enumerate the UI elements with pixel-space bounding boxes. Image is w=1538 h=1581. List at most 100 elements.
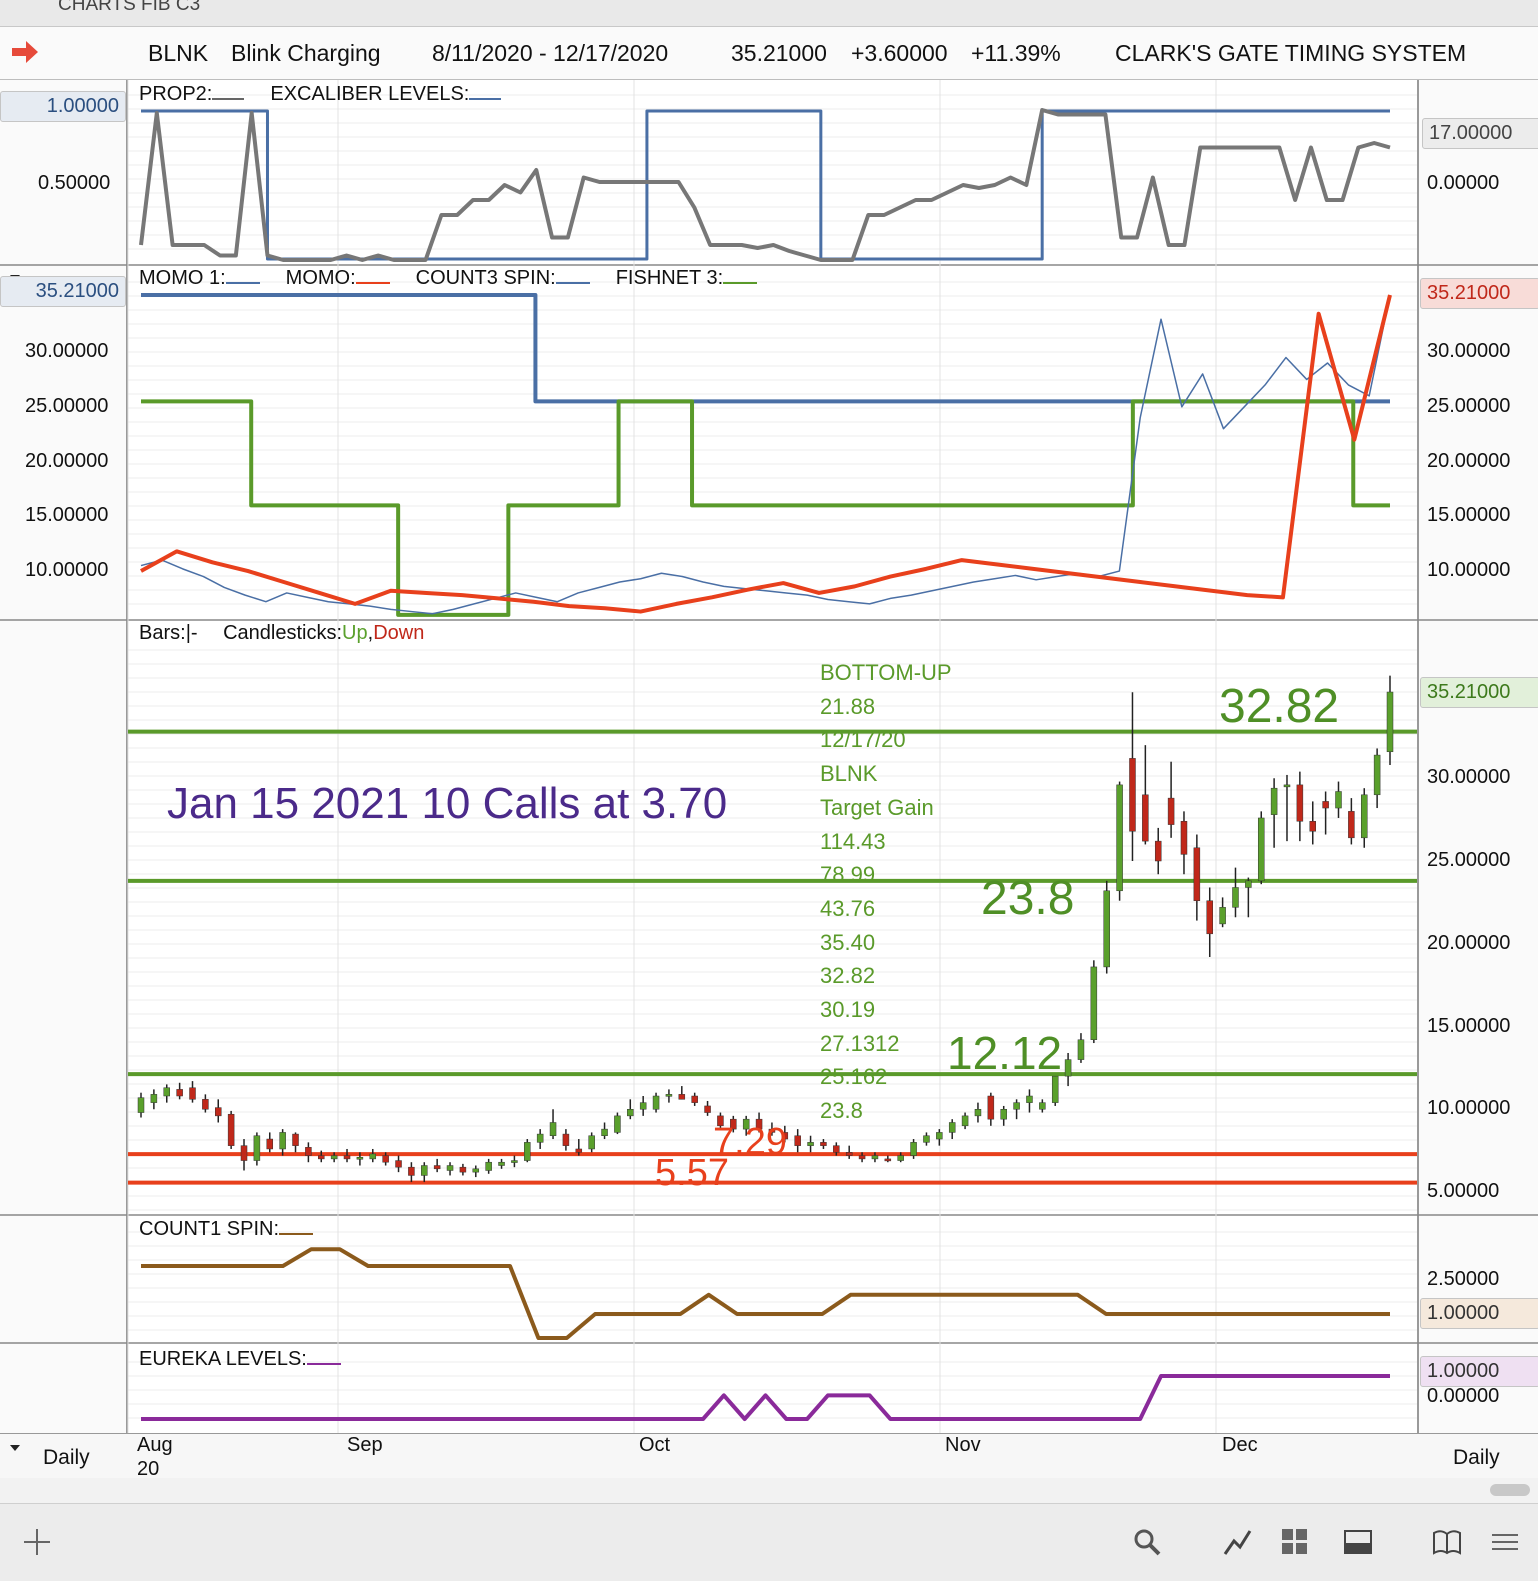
fib-list-item: BOTTOM-UP — [820, 660, 952, 685]
horizontal-scrollbar[interactable] — [0, 1478, 1538, 1503]
fishnet-legend-label: FISHNET 3: — [615, 267, 724, 289]
fib-list-item: Target Gain — [820, 794, 934, 820]
count1-legend-swatch — [279, 1233, 314, 1235]
candle-down — [1193, 847, 1201, 901]
momo-left-current: 35.21000 — [0, 276, 126, 307]
candle-down — [318, 1155, 325, 1160]
candle-up — [1026, 1095, 1033, 1103]
candle-up — [1270, 787, 1278, 815]
x-label-nov: Nov — [945, 1434, 981, 1456]
fib-list-item: BLNK — [820, 761, 878, 787]
price-right-tick: 10.00000 — [1427, 1097, 1511, 1120]
candle-up — [1077, 1039, 1085, 1060]
candle-up — [627, 1109, 634, 1117]
candle-down — [704, 1105, 711, 1113]
candle-up — [652, 1095, 660, 1110]
candle-up — [150, 1094, 158, 1103]
prop2-right-tick: 0.00000 — [1427, 172, 1500, 194]
period-dropdown-toggle[interactable] — [10, 1440, 20, 1458]
candle-up — [1013, 1102, 1020, 1110]
candle-up — [897, 1155, 904, 1161]
candle-up — [369, 1153, 377, 1160]
prop2-legend-swatch — [212, 98, 245, 100]
prop2-legend: PROP2: EXCALIBER LEVELS: — [139, 83, 502, 106]
prop2-line — [139, 108, 1391, 262]
momo-left-tick: 10.00000 — [25, 559, 109, 582]
momo-right-tick: 25.00000 — [1427, 394, 1511, 417]
prop2-right-current: 17.00000 — [1422, 118, 1538, 149]
price-right-current: 35.21000 — [1420, 677, 1538, 708]
trade-note: Jan 15 2021 10 Calls at 3.70 — [167, 779, 728, 828]
scrollbar-thumb[interactable] — [1490, 1484, 1530, 1496]
candle-up — [1386, 691, 1394, 753]
momo-right-tick: 10.00000 — [1427, 559, 1511, 582]
level-label-5-57: 5.57 — [655, 1152, 729, 1194]
candle-down — [459, 1166, 467, 1173]
candle-up — [665, 1094, 673, 1097]
candle-down — [575, 1148, 583, 1153]
eureka-line — [141, 1374, 1390, 1421]
count3-legend-swatch — [555, 282, 590, 284]
candle-down — [833, 1145, 840, 1153]
level-label-32-82: 32.82 — [1219, 680, 1340, 733]
candle-up — [1373, 754, 1381, 796]
candle-down — [562, 1133, 570, 1146]
price-legend: Bars:|- Candlesticks:Up,Down — [139, 622, 424, 645]
candle-down — [1206, 900, 1213, 935]
candles-legend-label: Candlesticks: — [223, 622, 343, 644]
candle-down — [691, 1095, 698, 1103]
candle-up — [421, 1165, 428, 1176]
candle-up — [1039, 1102, 1046, 1110]
candle-down — [202, 1099, 209, 1110]
candle-down — [987, 1095, 995, 1120]
candle-down — [820, 1142, 827, 1146]
count1-right-current: 1.00000 — [1420, 1298, 1538, 1329]
excaliber-legend-label: EXCALIBER LEVELS: — [270, 83, 470, 105]
momo-legend: MOMO 1: MOMO: COUNT3 SPIN: FISHNET 3: — [139, 267, 758, 290]
fib-list-item: 32.82 — [820, 963, 876, 989]
menu-icon[interactable] — [1490, 1527, 1520, 1557]
fib-list-item: 30.19 — [820, 997, 876, 1022]
candle-up — [1000, 1109, 1007, 1120]
book-icon[interactable] — [1432, 1527, 1462, 1557]
price-right-tick: 15.00000 — [1427, 1014, 1511, 1037]
momo-right-tick: 20.00000 — [1427, 449, 1511, 472]
candle-up — [601, 1128, 608, 1136]
candle-up — [961, 1115, 969, 1127]
period-label[interactable]: Daily — [43, 1446, 90, 1470]
period-label-right[interactable]: Daily — [1453, 1446, 1500, 1470]
panel-icon[interactable] — [1343, 1527, 1373, 1557]
candle-up — [1257, 817, 1265, 882]
x-label-oct: Oct — [639, 1434, 671, 1456]
draw-line-icon[interactable] — [1222, 1527, 1252, 1557]
candle-down — [240, 1145, 248, 1161]
momo-left-tick: 30.00000 — [25, 340, 109, 363]
fib-list-item: 78.99 — [820, 862, 876, 888]
candle-down — [794, 1135, 801, 1146]
plus-icon[interactable] — [22, 1527, 52, 1557]
candle-up — [356, 1156, 364, 1160]
momo1-legend-label: MOMO 1: — [139, 267, 226, 289]
candle-up — [1219, 907, 1226, 925]
candle-up — [446, 1165, 454, 1171]
candle-down — [227, 1113, 235, 1146]
fib-list-item: 21.88 — [820, 693, 876, 719]
candle-down — [343, 1155, 351, 1160]
excaliber-line — [141, 109, 1390, 261]
eureka-right-tick: 0.00000 — [1427, 1385, 1500, 1407]
candle-down — [1322, 801, 1329, 809]
candle-down — [1296, 784, 1304, 822]
candle-up — [163, 1087, 171, 1097]
fib-list-item: 35.40 — [820, 929, 876, 955]
candle-up — [807, 1142, 814, 1146]
price-right-tick: 30.00000 — [1427, 766, 1511, 789]
candle-up — [536, 1133, 544, 1143]
search-icon[interactable] — [1132, 1527, 1162, 1557]
count1-legend: COUNT1 SPIN: — [139, 1218, 314, 1241]
candle-up — [910, 1142, 917, 1156]
candle-down — [433, 1165, 441, 1170]
candle-up — [974, 1109, 982, 1117]
grid-icon[interactable] — [1280, 1527, 1310, 1557]
candle-up — [614, 1115, 621, 1133]
fib-list-item: 114.43 — [820, 828, 886, 854]
